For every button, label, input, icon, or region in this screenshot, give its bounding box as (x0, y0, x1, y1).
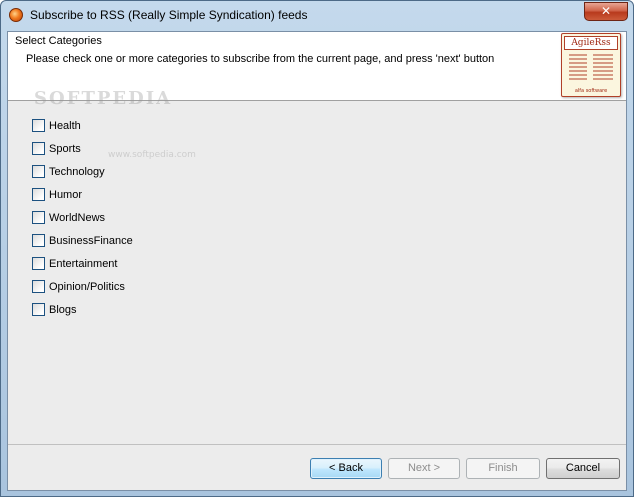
checkbox[interactable] (32, 303, 45, 316)
category-label[interactable]: BusinessFinance (49, 235, 133, 247)
category-label[interactable]: Technology (49, 166, 105, 178)
page-description: Please check one or more categories to s… (26, 53, 495, 65)
logo-footer: alfa software (574, 88, 608, 94)
checkbox[interactable] (32, 257, 45, 270)
back-button[interactable]: < Back (310, 458, 382, 479)
window-title: Subscribe to RSS (Really Simple Syndicat… (30, 8, 308, 22)
category-label[interactable]: Sports (49, 143, 81, 155)
agilerss-logo: AgileRss alfa software (561, 33, 621, 97)
checkbox[interactable] (32, 188, 45, 201)
category-technology[interactable]: Technology (32, 160, 133, 183)
finish-button[interactable]: Finish (466, 458, 540, 479)
category-worldnews[interactable]: WorldNews (32, 206, 133, 229)
category-businessfinance[interactable]: BusinessFinance (32, 229, 133, 252)
wizard-header: Select Categories Please check one or mo… (8, 32, 626, 109)
dialog-window: Subscribe to RSS (Really Simple Syndicat… (0, 0, 634, 497)
category-label[interactable]: Blogs (49, 304, 77, 316)
logo-newspaper-icon (569, 54, 613, 80)
next-button[interactable]: Next > (388, 458, 460, 479)
category-sports[interactable]: Sports (32, 137, 133, 160)
checkbox[interactable] (32, 165, 45, 178)
footer-separator (8, 444, 626, 445)
category-list: Health Sports Technology Humor WorldNews… (32, 114, 133, 321)
cancel-button[interactable]: Cancel (546, 458, 620, 479)
checkbox[interactable] (32, 119, 45, 132)
category-humor[interactable]: Humor (32, 183, 133, 206)
category-label[interactable]: Entertainment (49, 258, 117, 270)
close-button[interactable]: ✕ (584, 2, 628, 21)
close-icon: ✕ (600, 4, 612, 18)
app-icon (9, 8, 23, 22)
category-opinion-politics[interactable]: Opinion/Politics (32, 275, 133, 298)
checkbox[interactable] (32, 280, 45, 293)
page-title: Select Categories (15, 35, 102, 47)
category-blogs[interactable]: Blogs (32, 298, 133, 321)
logo-title: AgileRss (564, 36, 618, 50)
category-label[interactable]: Opinion/Politics (49, 281, 125, 293)
category-label[interactable]: Humor (49, 189, 82, 201)
checkbox[interactable] (32, 142, 45, 155)
checkbox[interactable] (32, 211, 45, 224)
title-bar[interactable]: Subscribe to RSS (Really Simple Syndicat… (1, 1, 633, 31)
category-health[interactable]: Health (32, 114, 133, 137)
category-label[interactable]: Health (49, 120, 81, 132)
watermark: SOFTPEDIA (34, 88, 173, 109)
category-label[interactable]: WorldNews (49, 212, 105, 224)
category-entertainment[interactable]: Entertainment (32, 252, 133, 275)
checkbox[interactable] (32, 234, 45, 247)
wizard-body: Select Categories Please check one or mo… (7, 31, 627, 491)
